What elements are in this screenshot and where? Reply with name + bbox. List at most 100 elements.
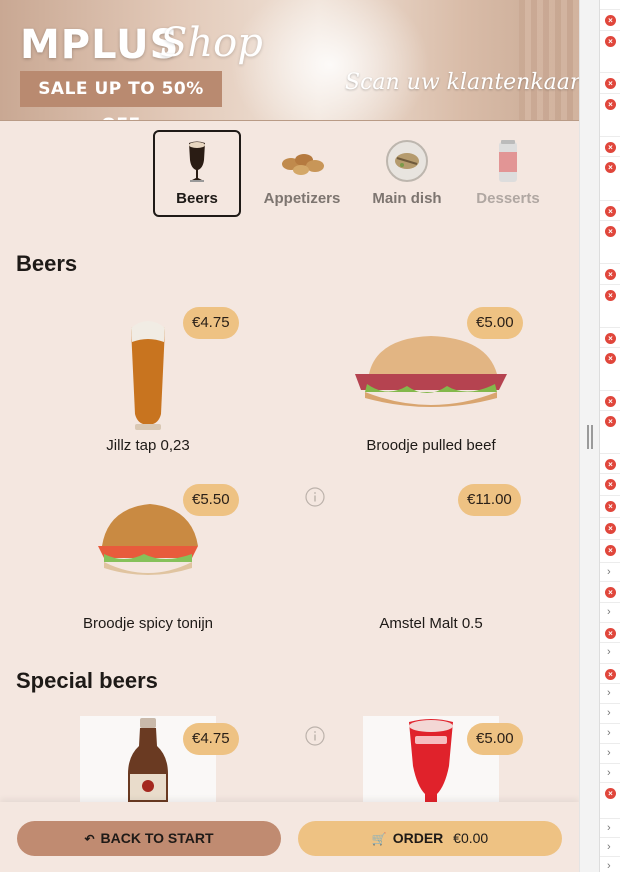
console-expand-row[interactable]: › <box>600 642 620 662</box>
console-error-row[interactable]: × <box>600 263 620 283</box>
error-icon: × <box>605 788 616 799</box>
error-icon: × <box>605 479 616 490</box>
price-badge: €4.75 <box>183 723 239 755</box>
error-icon: × <box>605 416 616 427</box>
console-expand-row[interactable]: › <box>600 818 620 838</box>
console-error-row[interactable]: × <box>600 347 620 367</box>
console-error-row[interactable]: × <box>600 327 620 347</box>
console-error-row[interactable]: × <box>600 453 620 473</box>
tab-label: Beers <box>176 190 218 207</box>
kiosk-app: MPLUS Shop SALE UP TO 50% OFF Scan uw kl… <box>0 0 579 872</box>
error-icon: × <box>605 15 616 26</box>
beer-glass-image <box>131 321 165 430</box>
undo-arrow-icon: ↶ <box>84 831 95 846</box>
tab-label: Desserts <box>476 190 540 207</box>
panel-resize-divider[interactable] <box>580 0 600 872</box>
chevron-right-icon: › <box>607 841 611 853</box>
console-error-row[interactable]: × <box>600 156 620 176</box>
tab-desserts[interactable]: Desserts <box>464 130 552 217</box>
chevron-right-icon: › <box>607 687 611 699</box>
console-error-row[interactable]: × <box>600 220 620 240</box>
price-badge: €4.75 <box>183 307 239 339</box>
main-dish-icon <box>386 140 428 182</box>
console-error-row[interactable]: × <box>600 782 620 802</box>
price-badge: €5.00 <box>467 307 523 339</box>
promo-banner: MPLUS Shop SALE UP TO 50% OFF Scan uw kl… <box>0 0 579 121</box>
console-expand-row[interactable]: › <box>600 763 620 783</box>
console-error-row[interactable]: × <box>600 495 620 515</box>
error-icon: × <box>605 353 616 364</box>
console-error-row[interactable]: × <box>600 136 620 156</box>
sandwich-image <box>98 504 198 575</box>
chevron-right-icon: › <box>607 707 611 719</box>
order-button[interactable]: 🛒 ORDER €0.00 <box>298 821 562 856</box>
product-name: Jillz tap 0,23 <box>106 437 190 454</box>
console-error-row[interactable]: × <box>600 473 620 493</box>
console-error-row[interactable]: × <box>600 93 620 113</box>
console-error-row[interactable]: × <box>600 581 620 601</box>
error-icon: × <box>605 333 616 344</box>
console-error-row[interactable]: × <box>600 539 620 559</box>
chevron-right-icon: › <box>607 606 611 618</box>
sandwich-image <box>355 336 507 407</box>
back-to-start-button[interactable]: ↶ BACK TO START <box>17 821 281 856</box>
console-expand-row[interactable]: › <box>600 562 620 582</box>
error-icon: × <box>605 36 616 47</box>
console-error-row[interactable]: × <box>600 284 620 304</box>
price-badge: €11.00 <box>458 484 521 516</box>
product-name: Broodje spicy tonijn <box>82 615 214 632</box>
console-error-row[interactable]: × <box>600 72 620 92</box>
error-icon: × <box>605 142 616 153</box>
tab-beers[interactable]: Beers <box>153 130 241 217</box>
banner-curtain <box>519 0 579 120</box>
beer-glass-icon <box>189 141 205 182</box>
back-button-label: BACK TO START <box>100 830 214 846</box>
console-error-row[interactable]: × <box>600 200 620 220</box>
error-icon: × <box>605 269 616 280</box>
price-badge: €5.00 <box>467 723 523 755</box>
console-expand-row[interactable]: › <box>600 602 620 622</box>
error-icon: × <box>605 501 616 512</box>
scan-card-text: Scan uw klantenkaart <box>345 70 579 95</box>
order-total: €0.00 <box>453 830 489 846</box>
error-icon: × <box>605 396 616 407</box>
tab-appetizers[interactable]: Appetizers <box>258 130 346 217</box>
console-expand-row[interactable]: › <box>600 683 620 703</box>
resize-grip-icon[interactable] <box>587 425 593 449</box>
error-icon: × <box>605 628 616 639</box>
console-error-row[interactable]: × <box>600 390 620 410</box>
error-icon: × <box>605 523 616 534</box>
console-expand-row[interactable]: › <box>600 856 620 872</box>
console-expand-row[interactable]: › <box>600 837 620 857</box>
product-name: Amstel Malt 0.5 <box>379 615 483 632</box>
error-icon: × <box>605 545 616 556</box>
console-error-row[interactable]: × <box>600 663 620 683</box>
tab-label: Appetizers <box>263 190 341 207</box>
error-icon: × <box>605 669 616 680</box>
console-error-row[interactable]: × <box>600 30 620 50</box>
tab-label: Main dish <box>372 190 442 207</box>
section-title-special-beers: Special beers <box>16 668 158 693</box>
error-icon: × <box>605 226 616 237</box>
chevron-right-icon: › <box>607 646 611 658</box>
console-expand-row[interactable]: › <box>600 723 620 743</box>
console-error-row[interactable]: × <box>600 622 620 642</box>
console-expand-row[interactable]: › <box>600 703 620 723</box>
tab-main-dish[interactable]: Main dish <box>363 130 451 217</box>
chevron-right-icon: › <box>607 822 611 834</box>
console-error-row[interactable]: × <box>600 517 620 537</box>
error-icon: × <box>605 587 616 598</box>
console-expand-row[interactable]: › <box>600 743 620 763</box>
cart-icon: 🛒 <box>371 831 387 846</box>
order-button-label: ORDER <box>392 830 444 846</box>
chevron-right-icon: › <box>607 566 611 578</box>
console-error-row[interactable]: × <box>600 9 620 29</box>
chevron-right-icon: › <box>607 747 611 759</box>
error-icon: × <box>605 206 616 217</box>
sale-badge: SALE UP TO 50% OFF <box>20 71 222 120</box>
error-icon: × <box>605 290 616 301</box>
chevron-right-icon: › <box>607 767 611 779</box>
console-error-row[interactable]: × <box>600 410 620 430</box>
error-icon: × <box>605 78 616 89</box>
chevron-right-icon: › <box>607 727 611 739</box>
